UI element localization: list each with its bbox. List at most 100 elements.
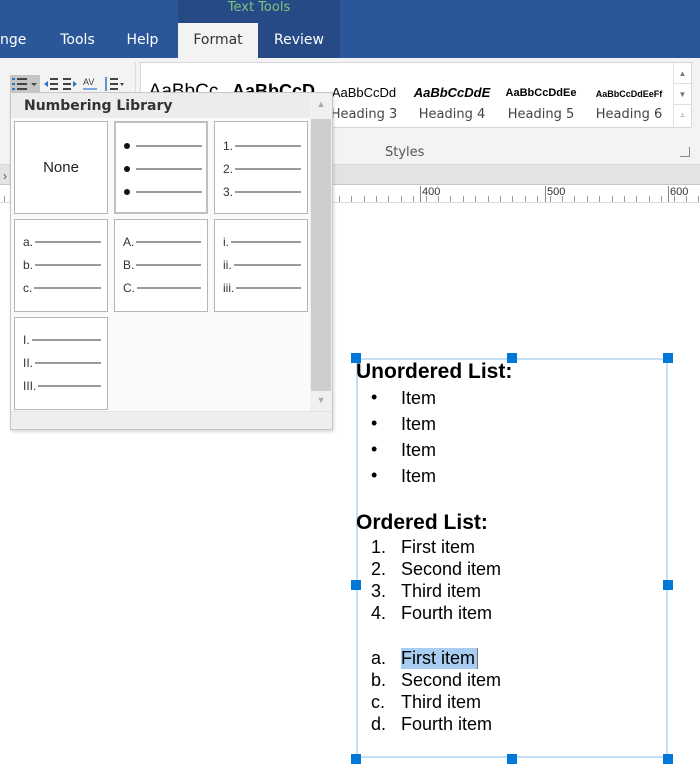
list-item[interactable]: Item [401,466,436,487]
preview-line: C. [123,281,201,295]
dialog-launcher-icon[interactable] [680,147,690,157]
preview-rule [233,264,301,266]
preview-rule [236,287,301,289]
preview-rule [35,264,101,266]
bullet-dot-icon [124,166,130,172]
style-sample: AaBbCcDdE [413,85,491,100]
list-item[interactable]: Second item [401,559,501,580]
tab-review[interactable]: Review [260,23,338,58]
line-spacing-button[interactable] [102,75,126,93]
unordered-list-heading: Unordered List: [356,360,513,383]
scroll-up-icon[interactable]: ▲ [310,99,332,109]
character-spacing-button[interactable]: AV [81,75,99,93]
preview-line: II. [23,356,101,370]
list-item[interactable]: Fourth item [401,603,492,624]
ruler-minor-tick [636,196,637,202]
style-item-heading-6[interactable]: AaBbCcDdEeFf Heading 6 [585,63,673,127]
gallery-scrollbar: ▲ ▼ ⩡ [673,63,691,127]
ruler-minor-tick [612,196,613,202]
list-item[interactable]: Second item [401,670,501,691]
list-marker: c. [371,692,386,712]
resize-handle-top-right[interactable] [663,353,673,363]
preview-line: i. [223,235,301,249]
style-item-heading-4[interactable]: AaBbCcDdE Heading 4 [407,63,497,127]
preview-line: iii. [223,281,301,295]
style-item-heading-3[interactable]: AaBbCcDd Heading 3 [321,63,407,127]
bullet-dot-icon [124,189,130,195]
resize-handle-bottom-right[interactable] [663,754,673,764]
preview-line [124,162,202,176]
list-marker: 1. [371,537,387,557]
decrease-indent-button[interactable] [43,75,59,93]
preview-line: ii. [223,258,301,272]
gallery-scroll-up-button[interactable]: ▲ [674,63,691,84]
tab-arrange[interactable]: nge [0,23,32,58]
ruler-major-tick [420,186,421,202]
bullet-dot-icon [124,143,130,149]
preview-rule [34,287,101,289]
preview-marker: A. [123,235,135,249]
preview-rule [35,362,101,364]
increase-indent-icon [63,78,77,90]
styles-group-label: Styles [385,145,425,160]
preview-rule [235,145,301,147]
preview-rule [136,191,202,193]
gallery-scroll-down-button[interactable]: ▼ [674,84,691,105]
list-item[interactable]: Third item [401,692,481,713]
ruler-minor-tick [674,196,675,202]
list-item[interactable]: Item [401,440,436,461]
resize-handle-left[interactable] [351,580,361,590]
chevron-right-icon[interactable]: › [3,169,7,183]
character-spacing-icon: AV [83,77,97,90]
preview-rule [136,168,202,170]
line-spacing-icon [105,77,124,91]
list-item[interactable]: Item [401,388,436,409]
bullets-button[interactable] [10,75,40,93]
numbering-option-none[interactable]: None [14,121,108,214]
tab-help[interactable]: Help [115,23,170,58]
style-sample: AaBbCcDd [331,85,397,100]
preview-rule [136,145,202,147]
style-item-heading-5[interactable]: AaBbCcDdEe Heading 5 [497,63,585,127]
tab-tools[interactable]: Tools [50,23,105,58]
tab-format[interactable]: Format [178,23,258,58]
numbering-option-lower-alpha[interactable]: a. b. c. [14,219,108,312]
preview-line: c. [23,281,101,295]
preview-marker: II. [23,356,34,370]
preview-marker: a. [23,235,34,249]
numbering-option-bullet[interactable] [114,121,208,214]
list-item[interactable]: First item [401,537,475,558]
resize-handle-right[interactable] [663,580,673,590]
list-marker: a. [371,648,387,668]
ruler-minor-tick [562,196,563,202]
numbering-option-upper-alpha[interactable]: A. B. C. [114,219,208,312]
ruler-minor-tick [364,196,365,202]
list-item[interactable]: Item [401,414,436,435]
resize-handle-bottom[interactable] [507,754,517,764]
preview-line: III. [23,379,101,393]
list-marker: 2. [371,559,387,579]
numbering-option-decimal[interactable]: 1. 2. 3. [214,121,308,214]
scroll-down-icon[interactable]: ▼ [310,395,332,405]
preview-line: 2. [223,162,301,176]
list-item-selected[interactable]: First item [401,648,478,669]
list-marker: b. [371,670,387,690]
ruler-minor-tick [376,196,377,202]
svg-text:AV: AV [83,77,94,87]
resize-handle-bottom-left[interactable] [351,754,361,764]
ruler-minor-tick [500,196,501,202]
ruler-minor-tick [587,196,588,202]
increase-indent-button[interactable] [62,75,78,93]
dropdown-scrollbar[interactable]: ▲ ▼ [310,93,332,412]
list-item[interactable]: Third item [401,581,481,602]
numbering-option-upper-roman[interactable]: I. II. III. [14,317,108,410]
preview-marker: c. [23,281,33,295]
scrollbar-thumb[interactable] [311,119,331,391]
gallery-more-button[interactable]: ⩡ [674,105,691,126]
list-item[interactable]: Fourth item [401,714,492,735]
preview-marker: i. [223,235,229,249]
numbering-option-lower-roman[interactable]: i. ii. iii. [214,219,308,312]
ruler-minor-tick [624,196,625,202]
preview-line: a. [23,235,101,249]
preview-marker: ii. [223,258,232,272]
